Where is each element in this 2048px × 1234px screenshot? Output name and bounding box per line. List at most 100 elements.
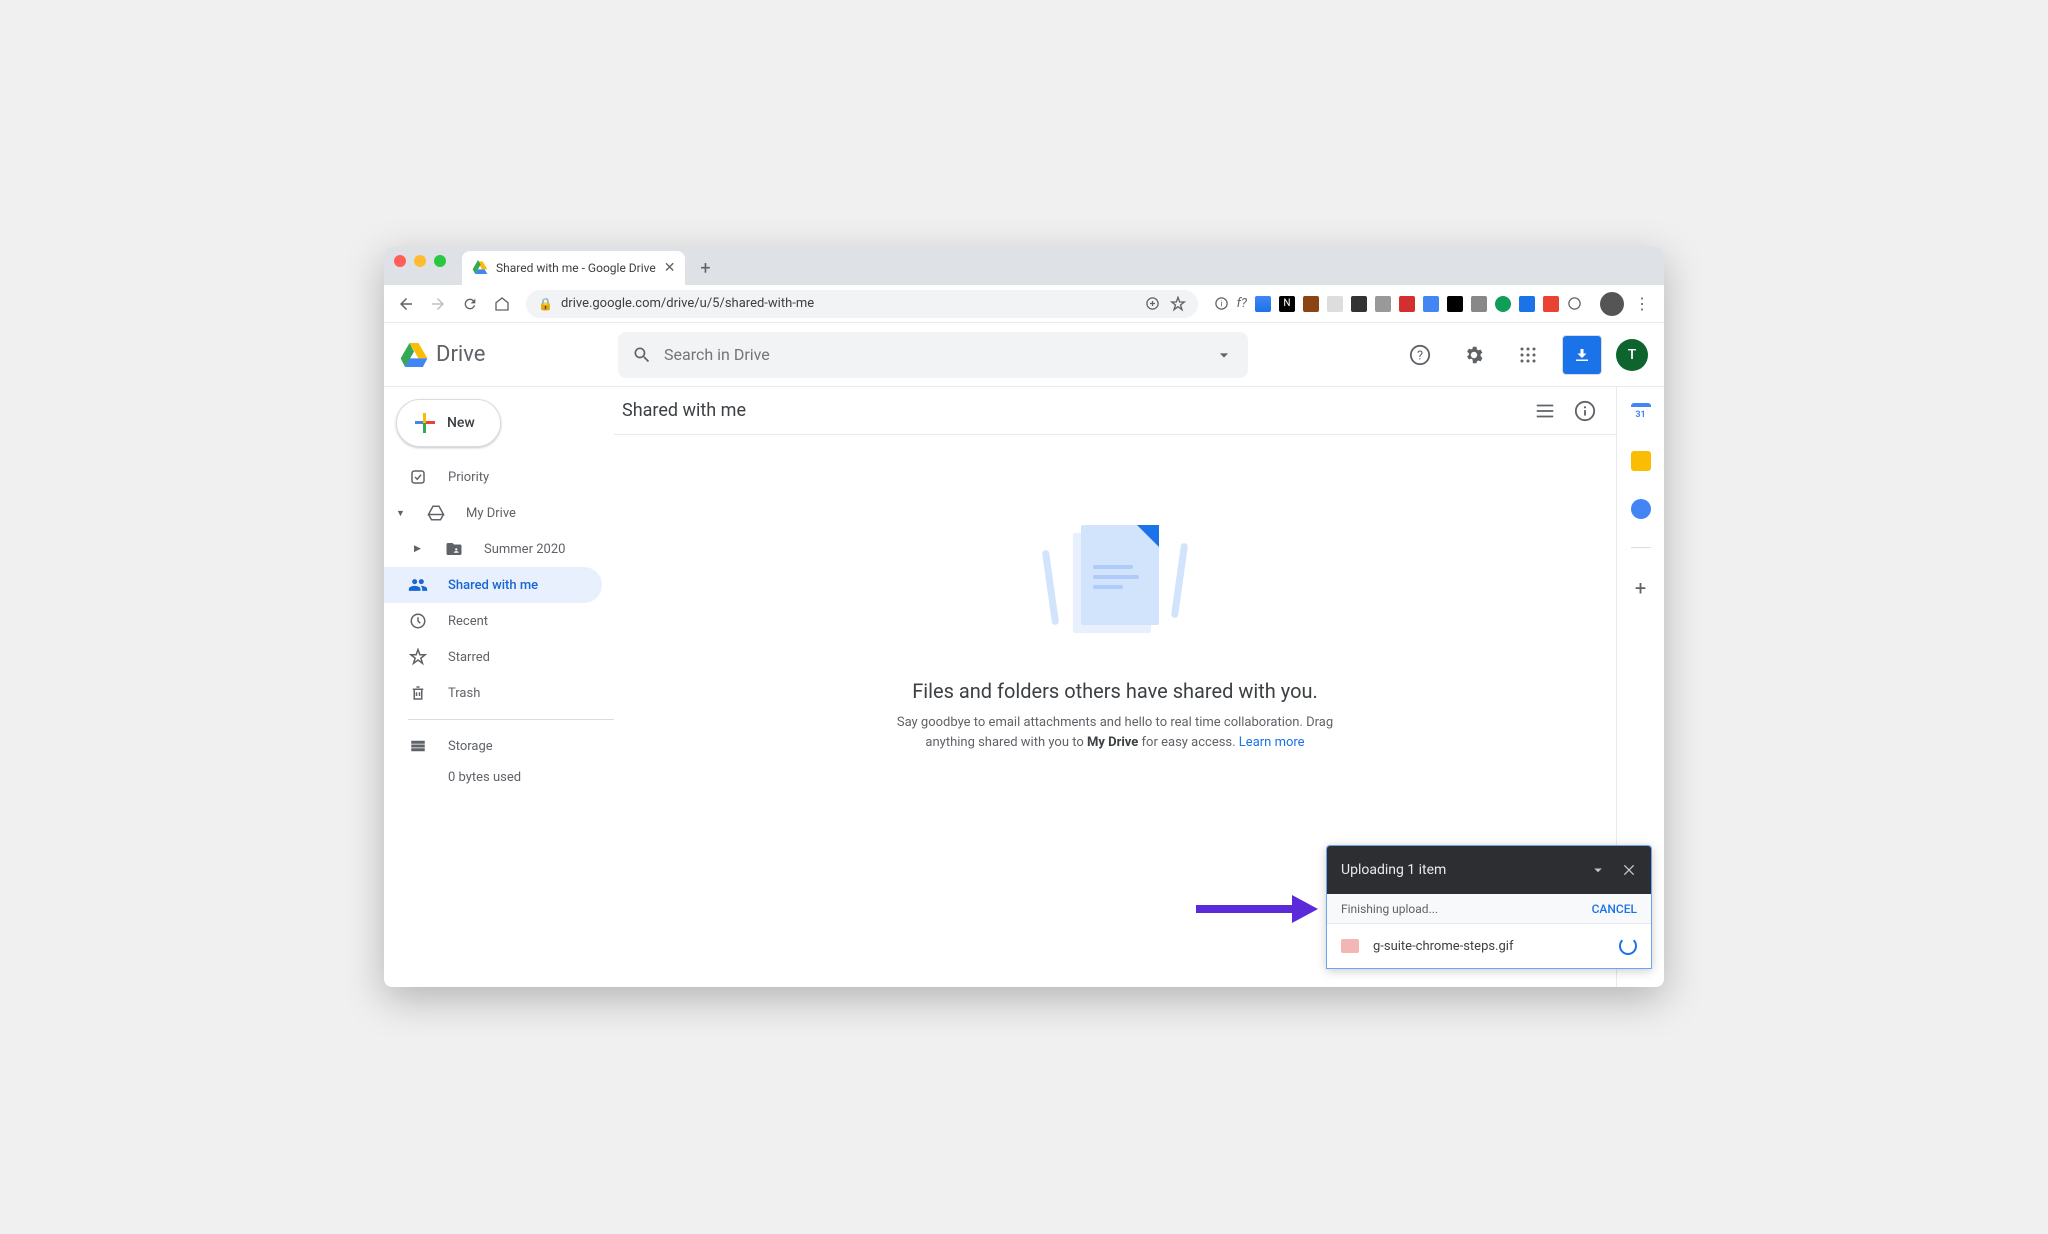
shared-icon <box>408 575 428 595</box>
list-view-button[interactable] <box>1534 400 1556 422</box>
chrome-menu-button[interactable]: ⋮ <box>1628 290 1656 318</box>
divider <box>408 719 614 720</box>
tab-title: Shared with me - Google Drive <box>496 261 656 275</box>
ext-icon-1[interactable] <box>1255 296 1271 312</box>
expand-arrow-icon[interactable]: ▼ <box>396 508 406 519</box>
learn-more-link[interactable]: Learn more <box>1239 735 1305 750</box>
close-button[interactable] <box>1621 862 1637 878</box>
ext-icon-7[interactable] <box>1399 296 1415 312</box>
drive-logo-icon <box>400 343 428 367</box>
extension-icons: i f? N <box>1208 296 1588 312</box>
upload-toast: Uploading 1 item Finishing upload... CAN… <box>1326 845 1652 969</box>
add-addon-button[interactable]: + <box>1635 576 1646 600</box>
search-bar[interactable] <box>618 332 1248 378</box>
drive-logo[interactable]: Drive <box>400 342 610 367</box>
calendar-icon[interactable]: 31 <box>1631 403 1651 423</box>
sidebar-item-shared-with-me[interactable]: Shared with me <box>384 567 602 603</box>
sidebar-item-label: Trash <box>448 686 480 701</box>
toast-status-row: Finishing upload... CANCEL <box>1327 894 1651 924</box>
file-thumbnail-icon <box>1341 939 1359 953</box>
browser-tab[interactable]: Shared with me - Google Drive ✕ <box>462 251 685 285</box>
cancel-button[interactable]: CANCEL <box>1592 902 1637 916</box>
folder-shared-icon <box>444 540 464 558</box>
zoom-icon[interactable] <box>1145 296 1160 311</box>
toast-title: Uploading 1 item <box>1341 862 1575 878</box>
sidebar-item-trash[interactable]: Trash <box>384 675 602 711</box>
drive-logo-text: Drive <box>436 342 485 367</box>
storage-used-text: 0 bytes used <box>384 770 614 785</box>
star-icon[interactable] <box>1170 296 1186 312</box>
settings-button[interactable] <box>1454 335 1494 375</box>
apps-button[interactable] <box>1508 335 1548 375</box>
ext-f-icon[interactable]: f? <box>1237 296 1247 311</box>
close-window-button[interactable] <box>394 255 406 267</box>
sidebar-item-recent[interactable]: Recent <box>384 603 602 639</box>
collapse-button[interactable] <box>1589 861 1607 879</box>
sidebar-item-my-drive[interactable]: ▼ My Drive <box>384 495 602 531</box>
ext-icon-3[interactable] <box>1303 296 1319 312</box>
sidebar-item-label: Starred <box>448 650 490 665</box>
priority-icon <box>408 468 428 486</box>
trash-icon <box>408 684 428 702</box>
sidebar-item-label: Priority <box>448 470 489 485</box>
info-button[interactable] <box>1574 400 1596 422</box>
url-text: drive.google.com/drive/u/5/shared-with-m… <box>561 296 1137 311</box>
svg-text:?: ? <box>1417 348 1423 363</box>
new-tab-button[interactable]: + <box>691 254 719 282</box>
tasks-icon[interactable] <box>1631 499 1651 519</box>
offline-download-button[interactable] <box>1562 335 1602 375</box>
ext-icon-13[interactable] <box>1543 296 1559 312</box>
lock-icon: 🔒 <box>538 297 553 311</box>
empty-illustration <box>1035 525 1195 655</box>
arrow-annotation <box>1196 899 1316 919</box>
ext-icon-11[interactable] <box>1495 296 1511 312</box>
divider <box>1631 547 1651 548</box>
search-input[interactable] <box>664 345 1202 364</box>
chrome-titlebar: Shared with me - Google Drive ✕ + <box>384 247 1664 285</box>
sidebar-item-label: Storage <box>448 739 493 754</box>
minimize-window-button[interactable] <box>414 255 426 267</box>
ext-icon-4[interactable] <box>1327 296 1343 312</box>
expand-arrow-icon[interactable]: ▶ <box>414 544 424 554</box>
my-drive-icon <box>426 504 446 522</box>
toast-header: Uploading 1 item <box>1327 846 1651 894</box>
chrome-profile-avatar[interactable] <box>1600 292 1624 316</box>
address-bar[interactable]: 🔒 drive.google.com/drive/u/5/shared-with… <box>526 290 1198 318</box>
sidebar: New Priority ▼ My Drive ▶ Summer 2020 Sh… <box>384 387 614 987</box>
svg-text:i: i <box>1220 299 1222 309</box>
ext-icon-9[interactable] <box>1447 296 1463 312</box>
ext-icon-12[interactable] <box>1519 296 1535 312</box>
help-button[interactable]: ? <box>1400 335 1440 375</box>
storage-icon <box>408 737 428 755</box>
home-button[interactable] <box>488 290 516 318</box>
file-name: g-suite-chrome-steps.gif <box>1373 939 1605 954</box>
keep-icon[interactable] <box>1631 451 1651 471</box>
new-label: New <box>447 415 475 431</box>
ext-icon-5[interactable] <box>1351 296 1367 312</box>
reload-button[interactable] <box>456 290 484 318</box>
close-tab-button[interactable]: ✕ <box>664 260 676 276</box>
toast-status-text: Finishing upload... <box>1341 902 1592 916</box>
ext-icon-2[interactable]: N <box>1279 296 1295 312</box>
sidebar-item-summer-2020[interactable]: ▶ Summer 2020 <box>384 531 602 567</box>
ext-icon-10[interactable] <box>1471 296 1487 312</box>
user-avatar[interactable]: T <box>1616 339 1648 371</box>
drive-header: Drive ? T <box>384 323 1664 387</box>
ext-icon-14[interactable] <box>1567 296 1582 311</box>
maximize-window-button[interactable] <box>434 255 446 267</box>
sidebar-item-priority[interactable]: Priority <box>384 459 602 495</box>
recent-icon <box>408 612 428 630</box>
header-actions: ? T <box>1400 335 1648 375</box>
content-title: Shared with me <box>622 400 1534 421</box>
new-button[interactable]: New <box>396 399 501 447</box>
ext-icon-6[interactable] <box>1375 296 1391 312</box>
sidebar-item-starred[interactable]: Starred <box>384 639 602 675</box>
forward-button[interactable] <box>424 290 452 318</box>
search-options-button[interactable] <box>1214 345 1234 365</box>
sidebar-item-storage[interactable]: Storage <box>384 728 602 764</box>
sidebar-item-label: Recent <box>448 614 488 629</box>
toast-file-row[interactable]: g-suite-chrome-steps.gif <box>1327 924 1651 968</box>
info-circle-icon[interactable]: i <box>1214 296 1229 311</box>
back-button[interactable] <box>392 290 420 318</box>
ext-icon-8[interactable] <box>1423 296 1439 312</box>
